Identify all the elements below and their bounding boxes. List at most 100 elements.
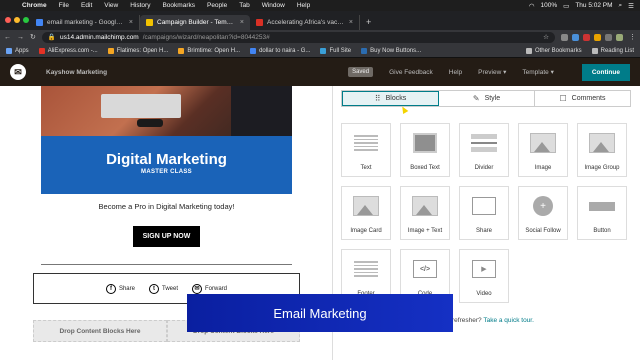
quick-tour-link[interactable]: Take a quick tour. — [483, 317, 534, 324]
apps-icon — [6, 47, 12, 54]
zoom-window-button[interactable] — [23, 17, 29, 23]
search-icon[interactable]: ⌕ — [619, 2, 623, 10]
bookmark-flatimes[interactable]: Flatimes: Open H... — [107, 47, 168, 54]
bookmark-apps[interactable]: Apps — [6, 47, 29, 54]
avatar[interactable] — [616, 33, 623, 41]
code-icon: </> — [412, 258, 438, 280]
url-field[interactable]: 🔒 us14.admin.mailchimp.com/campaigns/wiz… — [41, 31, 555, 43]
close-tab-icon[interactable]: × — [240, 19, 244, 26]
bookmark-full-site[interactable]: Full Site — [320, 47, 351, 54]
clock[interactable]: Thu 5:02 PM — [575, 2, 612, 9]
laptop-illustration — [101, 94, 181, 118]
menu-edit[interactable]: Edit — [75, 2, 98, 9]
image-group-icon — [589, 132, 615, 154]
blocks-grid: Text Boxed Text Divider Image Image Grou… — [341, 123, 627, 303]
menu-file[interactable]: File — [53, 2, 75, 9]
extension-icon[interactable] — [561, 33, 568, 41]
image-icon — [530, 132, 556, 154]
chevron-down-icon: ▾ — [503, 69, 507, 76]
forward-link[interactable]: ✉ Forward — [192, 283, 227, 294]
bookmark-other[interactable]: Other Bookmarks — [525, 47, 582, 54]
block-image-text[interactable]: Image + Text — [400, 186, 450, 240]
menu-window[interactable]: Window — [256, 2, 291, 9]
block-label: Video — [476, 291, 492, 297]
menu-history[interactable]: History — [124, 2, 156, 9]
bookmark-aliexpress[interactable]: AliExpress.com -... — [38, 47, 98, 54]
block-image-card[interactable]: Image Card — [341, 186, 391, 240]
puzzle-icon[interactable] — [605, 33, 612, 41]
block-video[interactable]: ▶ Video — [459, 249, 509, 303]
give-feedback-link[interactable]: Give Feedback — [389, 69, 433, 76]
block-boxed-text[interactable]: Boxed Text — [400, 123, 450, 177]
twitter-icon: t — [148, 283, 159, 294]
email-divider[interactable] — [41, 264, 292, 265]
minimize-window-button[interactable] — [14, 17, 20, 23]
tweet-link[interactable]: t Tweet — [148, 283, 178, 294]
share-link[interactable]: f Share — [105, 283, 135, 294]
block-divider[interactable]: Divider — [459, 123, 509, 177]
more-menu-icon[interactable]: ⋮ — [629, 33, 636, 41]
tab-title: email marketing - Google Sea — [47, 19, 125, 26]
menu-view[interactable]: View — [98, 2, 124, 9]
block-button[interactable]: Button — [577, 186, 627, 240]
text-block-icon — [353, 132, 379, 154]
bookmark-buy-now[interactable]: Buy Now Buttons... — [361, 47, 421, 54]
continue-button[interactable]: Continue — [581, 63, 630, 81]
menu-people[interactable]: People — [201, 2, 233, 9]
preview-dropdown[interactable]: Preview ▾ — [478, 68, 506, 76]
hero-image[interactable] — [41, 86, 292, 136]
hero-subtitle: MASTER CLASS — [141, 169, 192, 175]
tab-style[interactable]: ✎ Style — [439, 91, 535, 106]
menu-bookmarks[interactable]: Bookmarks — [156, 2, 201, 9]
reload-icon[interactable]: ↻ — [30, 33, 36, 41]
extension-icon[interactable] — [594, 33, 601, 41]
menu-list-icon[interactable]: ☰ — [628, 2, 634, 10]
block-image-group[interactable]: Image Group — [577, 123, 627, 177]
close-tab-icon[interactable]: × — [129, 19, 133, 26]
hero-banner[interactable]: Digital Marketing MASTER CLASS — [41, 136, 292, 194]
bookmark-label: dollar to naira - G... — [259, 47, 311, 54]
mailchimp-logo-icon[interactable]: ✉ — [10, 64, 26, 80]
tab-blocks[interactable]: ⠿ Blocks — [342, 91, 439, 106]
new-tab-button[interactable]: + — [360, 17, 377, 30]
back-icon[interactable]: ← — [4, 34, 11, 41]
wifi-icon[interactable]: ◠ — [529, 2, 535, 10]
tab-comments[interactable]: ☐ Comments — [535, 91, 630, 106]
block-label: Button — [593, 228, 611, 234]
menu-tab[interactable]: Tab — [233, 2, 255, 9]
extension-icon[interactable] — [583, 33, 590, 41]
bookmark-label: Reading List — [600, 47, 634, 54]
bookmark-reading-list[interactable]: Reading List — [591, 47, 634, 54]
menu-help[interactable]: Help — [291, 2, 316, 9]
star-icon[interactable]: ☆ — [543, 33, 549, 41]
block-share[interactable]: Share — [459, 186, 509, 240]
tab-campaign-builder[interactable]: Campaign Builder - Template × — [140, 15, 250, 30]
block-text[interactable]: Text — [341, 123, 391, 177]
lock-icon[interactable]: 🔒 — [48, 33, 56, 41]
forward-icon[interactable]: → — [17, 34, 24, 41]
folder-icon — [107, 47, 114, 54]
bookmark-dollar-naira[interactable]: dollar to naira - G... — [250, 47, 311, 54]
drop-zone-left[interactable]: Drop Content Blocks Here — [33, 320, 167, 342]
menu-app-name[interactable]: Chrome — [16, 2, 53, 9]
bookmark-brimtime[interactable]: Brimtime: Open H... — [178, 47, 240, 54]
saved-badge: Saved — [348, 67, 374, 77]
block-image[interactable]: Image — [518, 123, 568, 177]
tab-vaccine-article[interactable]: Accelerating Africa's vaccine × — [250, 15, 360, 30]
grid-icon: ⠿ — [374, 94, 381, 103]
block-social-follow[interactable]: + Social Follow — [518, 186, 568, 240]
battery-percent[interactable]: 100% — [541, 2, 558, 9]
battery-icon[interactable]: ▭ — [563, 2, 569, 10]
close-tab-icon[interactable]: × — [349, 19, 353, 26]
email-tagline[interactable]: Become a Pro in Digital Marketing today! — [41, 202, 292, 211]
extension-icon[interactable] — [572, 33, 579, 41]
help-link[interactable]: Help — [449, 69, 462, 76]
sign-up-button[interactable]: SIGN UP NOW — [133, 226, 200, 247]
image-card-icon — [353, 195, 379, 217]
close-window-button[interactable] — [5, 17, 11, 23]
brush-icon: ✎ — [472, 94, 480, 103]
tab-email-marketing[interactable]: email marketing - Google Sea × — [30, 15, 140, 30]
campaign-name[interactable]: Kayshow Marketing — [46, 69, 107, 76]
template-dropdown[interactable]: Template ▾ — [522, 68, 553, 76]
block-label: Social Follow — [525, 228, 561, 234]
